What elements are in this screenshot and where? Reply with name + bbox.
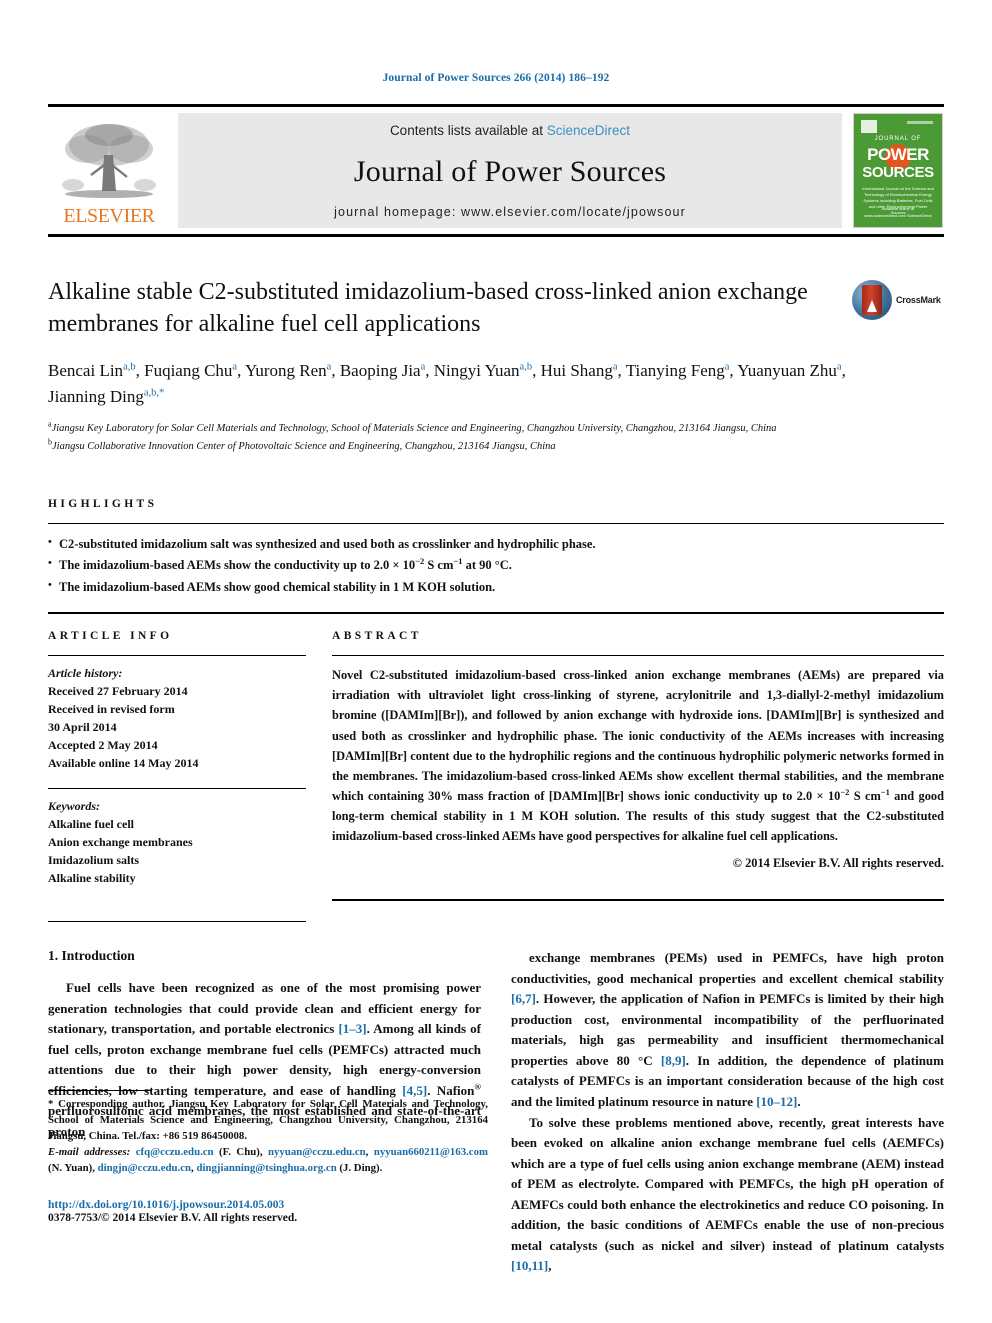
article-history-row: Accepted 2 May 2014 bbox=[48, 738, 158, 753]
author-affiliation-mark: a,b bbox=[123, 361, 136, 373]
keywords-rows: Alkaline fuel cell Anion exchange membran… bbox=[48, 815, 306, 887]
doi-link[interactable]: http://dx.doi.org/10.1016/j.jpowsour.201… bbox=[48, 1199, 488, 1211]
footnote-rule bbox=[48, 1090, 152, 1091]
author-name: Jianning Ding bbox=[48, 386, 144, 406]
abstract-label: ABSTRACT bbox=[332, 630, 422, 643]
cover-power-label: POWER bbox=[867, 145, 929, 164]
abstract-copyright: © 2014 Elsevier B.V. All rights reserved… bbox=[732, 856, 944, 871]
article-history-label: Article history: bbox=[48, 666, 123, 681]
cover-header-rule bbox=[907, 121, 933, 124]
affiliation: aJiangsu Key Laboratory for Solar Cell M… bbox=[48, 419, 777, 435]
highlights-section: HIGHLIGHTS C2-substituted imidazolium sa… bbox=[48, 498, 944, 615]
author-affiliation-mark: a bbox=[326, 361, 332, 373]
sciencedirect-link[interactable]: ScienceDirect bbox=[547, 123, 630, 138]
body-right-column: exchange membranes (PEMs) used in PEMFCs… bbox=[511, 948, 944, 1277]
intro-paragraph-right-2: To solve these problems mentioned above,… bbox=[511, 1114, 944, 1274]
article-history-rows: Received 27 February 2014 Received in rev… bbox=[48, 682, 306, 772]
keyword-item: Imidazolium salts bbox=[48, 853, 140, 868]
keyword-item: Alkaline stability bbox=[48, 871, 136, 886]
author-name: Fuqiang Chu bbox=[144, 361, 233, 381]
title-block: Alkaline stable C2-substituted imidazoli… bbox=[48, 277, 944, 454]
journal-homepage-link[interactable]: journal homepage: www.elsevier.com/locat… bbox=[334, 205, 686, 219]
cover-elsevier-mark bbox=[861, 120, 877, 133]
author-affiliation-mark: a bbox=[232, 361, 238, 373]
masthead-center: Contents lists available at ScienceDirec… bbox=[178, 113, 842, 228]
author-name: Yuanyuan Zhu bbox=[737, 361, 837, 381]
crossmark-icon bbox=[852, 280, 892, 320]
elsevier-wordmark: ELSEVIER bbox=[63, 205, 155, 227]
author-name: Bencai Lin bbox=[48, 361, 124, 381]
info-abstract-row: ARTICLE INFO Article history: Received 2… bbox=[48, 630, 944, 923]
abstract-section: ABSTRACT Novel C2-substituted imidazoliu… bbox=[332, 630, 944, 922]
highlights-bottom-rule bbox=[48, 612, 944, 615]
author-name: Hui Shang bbox=[540, 361, 613, 381]
affiliation-mark: a bbox=[48, 419, 52, 429]
contents-prefix: Contents lists available at bbox=[389, 123, 547, 138]
footnote-block: * Corresponding author. Jiangsu Key Labo… bbox=[48, 1090, 488, 1224]
crossmark-badge-group[interactable]: CrossMark bbox=[852, 277, 944, 323]
article-info-rule bbox=[48, 655, 306, 657]
author-affiliation-mark: a,b,* bbox=[143, 387, 165, 399]
author-affiliation-mark: a bbox=[612, 361, 618, 373]
intro-paragraph-right-1: exchange membranes (PEMs) used in PEMFCs… bbox=[511, 950, 944, 1109]
elsevier-logo: ELSEVIER bbox=[48, 113, 170, 228]
article-info-section: ARTICLE INFO Article history: Received 2… bbox=[48, 630, 306, 923]
highlights-list: C2-substituted imidazolium salt was synt… bbox=[48, 533, 944, 599]
article-history-row: Received 27 February 2014 bbox=[48, 684, 188, 699]
journal-title: Journal of Power Sources bbox=[353, 154, 667, 188]
cover-journal-of-label: JOURNAL OF bbox=[874, 136, 922, 142]
article-info-bottom-rule bbox=[48, 921, 306, 923]
author-affiliation-mark: a,b bbox=[519, 361, 533, 373]
email-addresses-note[interactable]: E-mail addresses: cfq@cczu.edu.cn (F. Ch… bbox=[48, 1145, 488, 1177]
running-head: Journal of Power Sources 266 (2014) 186–… bbox=[382, 72, 610, 84]
corresponding-author-note: * Corresponding author. Jiangsu Key Labo… bbox=[48, 1098, 488, 1142]
author-name: Yurong Ren bbox=[244, 361, 327, 381]
elsevier-tree-icon bbox=[62, 124, 156, 198]
abstract-bottom-rule bbox=[332, 899, 944, 902]
highlights-label: HIGHLIGHTS bbox=[48, 497, 158, 510]
contents-available-line: Contents lists available at ScienceDirec… bbox=[390, 123, 630, 138]
article-history-row: Available online 14 May 2014 bbox=[48, 756, 199, 771]
highlight-item: The imidazolium-based AEMs show the cond… bbox=[48, 554, 944, 577]
highlight-item: C2-substituted imidazolium salt was synt… bbox=[48, 533, 944, 556]
keywords-label: Keywords: bbox=[48, 799, 100, 814]
article-info-label: ARTICLE INFO bbox=[48, 630, 173, 643]
cover-footer: Available online at www.sciencedirect.co… bbox=[864, 206, 932, 218]
corresponding-author-mark: * bbox=[159, 387, 165, 399]
highlights-top-rule bbox=[48, 522, 944, 524]
article-history-row: Received in revised form bbox=[48, 702, 175, 717]
keywords-rule bbox=[48, 788, 306, 790]
journal-cover-thumbnail: JOURNAL OF POWER SOURCES International J… bbox=[852, 113, 944, 228]
highlight-item: The imidazolium-based AEMs show good che… bbox=[48, 576, 944, 599]
author-affiliation-mark: a bbox=[836, 361, 842, 373]
issn-copyright-line: 0378-7753/© 2014 Elsevier B.V. All right… bbox=[48, 1211, 298, 1224]
journal-masthead: ELSEVIER Contents lists available at Sci… bbox=[48, 104, 944, 237]
author-list: Bencai Lina,b, Fuqiang Chua, Yurong Rena… bbox=[48, 361, 846, 406]
article-page: Journal of Power Sources 266 (2014) 186–… bbox=[0, 0, 992, 1323]
article-history-row: 30 April 2014 bbox=[48, 720, 117, 735]
author-affiliation-mark: a bbox=[724, 361, 730, 373]
affiliation-list: aJiangsu Key Laboratory for Solar Cell M… bbox=[48, 419, 944, 453]
affiliation: bJiangsu Collaborative Innovation Center… bbox=[48, 437, 556, 452]
author-name: Tianying Feng bbox=[625, 361, 725, 381]
author-name: Baoping Jia bbox=[339, 361, 421, 381]
author-name: Ningyi Yuan bbox=[433, 361, 520, 381]
author-affiliation-mark: a bbox=[420, 361, 426, 373]
crossmark-label: CrossMark bbox=[896, 295, 941, 305]
keyword-item: Anion exchange membranes bbox=[48, 835, 193, 850]
keywords-block: Keywords: Alkaline fuel cell Anion exchan… bbox=[48, 797, 306, 887]
journal-cover-image: JOURNAL OF POWER SOURCES International J… bbox=[853, 113, 943, 228]
page-title: Alkaline stable C2-substituted imidazoli… bbox=[48, 279, 808, 337]
article-history-block: Article history: Received 27 February 20… bbox=[48, 664, 306, 772]
affiliation-mark: b bbox=[48, 437, 52, 447]
abstract-top-rule bbox=[332, 655, 944, 657]
cover-sources-label: SOURCES bbox=[862, 164, 934, 181]
keyword-item: Alkaline fuel cell bbox=[48, 817, 134, 832]
abstract-text: Novel C2-substituted imidazolium-based c… bbox=[332, 668, 944, 844]
section-heading-introduction: 1. Introduction bbox=[48, 948, 135, 964]
